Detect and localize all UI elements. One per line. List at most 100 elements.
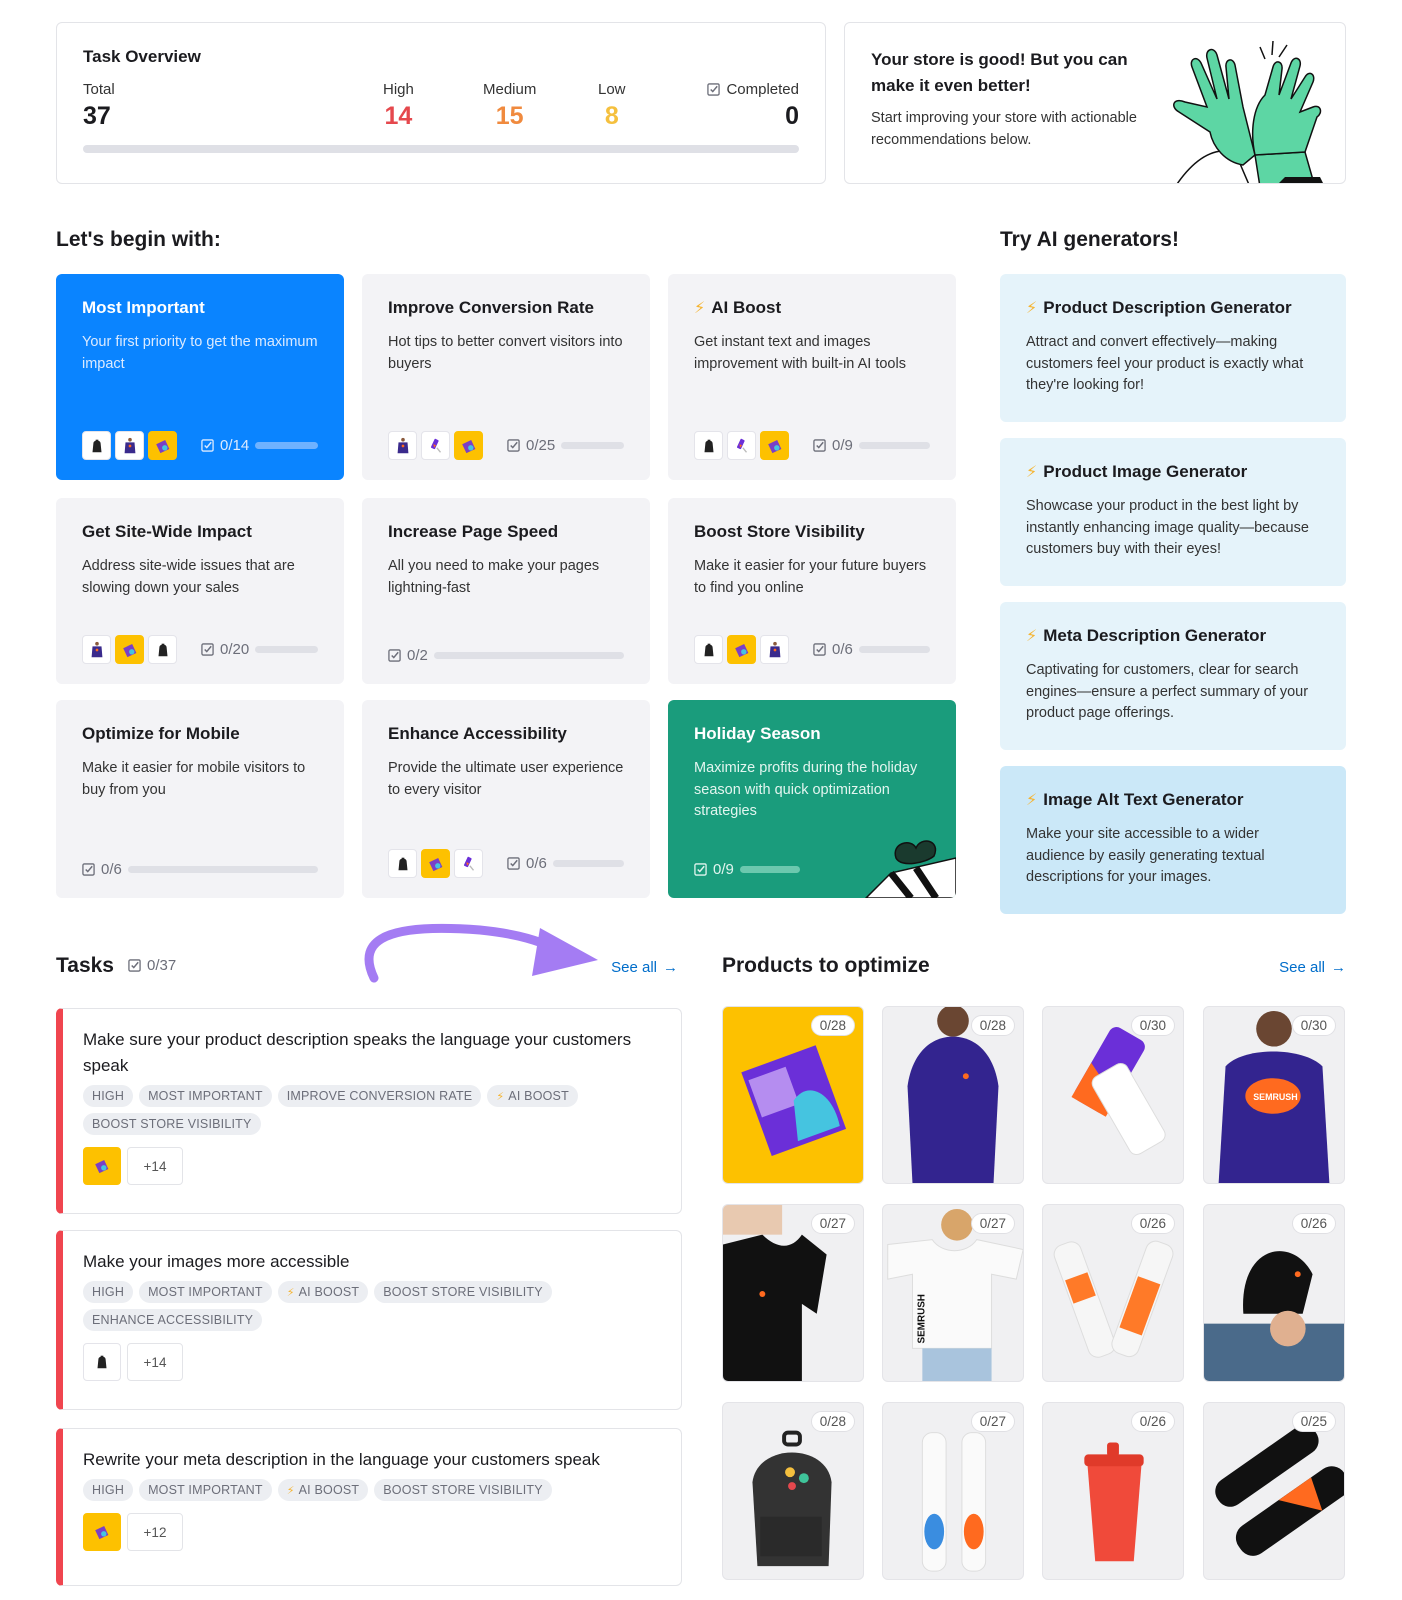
product-thumb-book[interactable]	[83, 1513, 121, 1551]
product-card-black-tshirt[interactable]: 0/27	[722, 1204, 864, 1382]
product-card-sweatshirt[interactable]: SEMRUSH 0/30	[1203, 1006, 1345, 1184]
category-title: Boost Store Visibility	[694, 522, 865, 541]
product-card-red-cup[interactable]: 0/26	[1042, 1402, 1184, 1580]
category-card[interactable]: Optimize for Mobile Make it easier for m…	[56, 700, 344, 898]
stat-low[interactable]: Low 8	[598, 81, 626, 131]
task-tag[interactable]: ⚡︎ AI BOOST	[277, 1281, 369, 1303]
task-tag[interactable]: ⚡︎ AI BOOST	[487, 1085, 578, 1107]
category-title-row: Most Important	[82, 298, 318, 318]
product-thumb-book[interactable]	[760, 431, 789, 460]
category-title: Enhance Accessibility	[388, 724, 567, 743]
checkbox-icon	[388, 649, 401, 662]
category-footer: 0/20	[82, 635, 318, 664]
task-tag[interactable]: HIGH	[83, 1479, 134, 1501]
task-tag[interactable]: IMPROVE CONVERSION RATE	[277, 1085, 482, 1107]
product-thumb-gift-card[interactable]	[727, 431, 756, 460]
task-tag[interactable]: BOOST STORE VISIBILITY	[374, 1479, 552, 1501]
category-card[interactable]: Most Important Your first priority to ge…	[56, 274, 344, 480]
product-thumb-sweatshirt[interactable]	[760, 635, 789, 664]
product-card-clear-bottles[interactable]: 0/26	[1042, 1204, 1184, 1382]
product-progress-badge: 0/28	[810, 1411, 855, 1432]
product-thumb-sweatshirt[interactable]	[115, 431, 144, 460]
category-title: AI Boost	[711, 298, 782, 317]
stat-completed[interactable]: Completed 0	[707, 81, 799, 131]
category-progress: 0/20	[201, 641, 318, 658]
products-see-all-link[interactable]: See all →	[1279, 959, 1346, 976]
product-card-book[interactable]: 0/28	[722, 1006, 864, 1184]
product-card-black-cap[interactable]: 0/26	[1203, 1204, 1345, 1382]
generator-title: Product Image Generator	[1043, 462, 1248, 481]
task-item[interactable]: Rewrite your meta description in the lan…	[56, 1428, 682, 1586]
product-thumb-backpack[interactable]	[83, 1343, 121, 1381]
product-card-gift-card[interactable]: 0/30	[1042, 1006, 1184, 1184]
more-products-button[interactable]: +14	[127, 1343, 183, 1381]
task-products: +12	[83, 1513, 661, 1551]
category-title: Optimize for Mobile	[82, 724, 240, 743]
task-tag-label: HIGH	[92, 1483, 125, 1497]
product-thumb-book[interactable]	[115, 635, 144, 664]
category-progress-bar	[739, 866, 800, 873]
product-thumb-backpack[interactable]	[388, 849, 417, 878]
product-thumb-backpack[interactable]	[148, 635, 177, 664]
task-tag[interactable]: ⚡︎ AI BOOST	[277, 1479, 369, 1501]
checkbox-icon	[507, 439, 520, 452]
task-tag[interactable]: MOST IMPORTANT	[139, 1085, 272, 1107]
product-card-hoodie[interactable]: 0/28	[882, 1006, 1024, 1184]
category-progress-value: 0/6	[832, 641, 853, 658]
stat-total: Total 37	[83, 81, 115, 131]
ai-generator-card[interactable]: ⚡︎ Product Image Generator Showcase your …	[1000, 438, 1346, 586]
category-card[interactable]: Holiday Season Maximize profits during t…	[668, 700, 956, 898]
category-progress-bar	[255, 442, 318, 449]
ai-generator-card[interactable]: ⚡︎ Product Description Generator Attract …	[1000, 274, 1346, 422]
product-card-white-bottles[interactable]: 0/27	[882, 1402, 1024, 1580]
task-tag-label: BOOST STORE VISIBILITY	[383, 1483, 543, 1497]
checkbox-icon	[128, 959, 141, 972]
category-progress: 0/9	[813, 437, 930, 454]
stat-high[interactable]: High 14	[383, 81, 414, 131]
generator-title-row: ⚡︎ Image Alt Text Generator	[1026, 790, 1320, 810]
product-thumb-book[interactable]	[421, 849, 450, 878]
category-progress: 0/25	[507, 437, 624, 454]
ai-generator-card[interactable]: ⚡︎ Meta Description Generator Captivating…	[1000, 602, 1346, 750]
product-thumb-backpack[interactable]	[694, 431, 723, 460]
product-card-black-bottles[interactable]: 0/25	[1203, 1402, 1345, 1580]
product-thumb-sweatshirt[interactable]	[82, 635, 111, 664]
task-tag[interactable]: ENHANCE ACCESSIBILITY	[83, 1309, 263, 1331]
ai-generator-card[interactable]: ⚡︎ Image Alt Text Generator Make your sit…	[1000, 766, 1346, 914]
product-thumb-sweatshirt[interactable]	[388, 431, 417, 460]
task-item[interactable]: Make your images more accessible HIGH MOS…	[56, 1230, 682, 1410]
task-tag[interactable]: BOOST STORE VISIBILITY	[83, 1113, 261, 1135]
task-tag[interactable]: HIGH	[83, 1281, 134, 1303]
product-card-white-tshirt[interactable]: SEMRUSH 0/27	[882, 1204, 1024, 1382]
product-thumb-book[interactable]	[727, 635, 756, 664]
product-thumb-book[interactable]	[454, 431, 483, 460]
category-card[interactable]: Enhance Accessibility Provide the ultima…	[362, 700, 650, 898]
product-thumb-gift-card[interactable]	[421, 431, 450, 460]
category-card[interactable]: Get Site-Wide Impact Address site-wide i…	[56, 498, 344, 684]
product-progress-badge: 0/26	[1291, 1213, 1336, 1234]
category-description: Maximize profits during the holiday seas…	[694, 760, 918, 819]
task-tag[interactable]: MOST IMPORTANT	[139, 1479, 272, 1501]
tasks-see-all-link[interactable]: See all →	[611, 959, 678, 976]
stat-medium[interactable]: Medium 15	[483, 81, 536, 131]
category-card[interactable]: Boost Store Visibility Make it easier fo…	[668, 498, 956, 684]
category-card[interactable]: Increase Page Speed All you need to make…	[362, 498, 650, 684]
product-card-backpack[interactable]: 0/28	[722, 1402, 864, 1580]
product-thumb-backpack[interactable]	[82, 431, 111, 460]
more-products-button[interactable]: +12	[127, 1513, 183, 1551]
category-card[interactable]: Improve Conversion Rate Hot tips to bett…	[362, 274, 650, 480]
more-products-button[interactable]: +14	[127, 1147, 183, 1185]
product-thumb-book[interactable]	[148, 431, 177, 460]
task-item[interactable]: Make sure your product description speak…	[56, 1008, 682, 1214]
category-title-row: Enhance Accessibility	[388, 724, 624, 744]
svg-text:SEMRUSH: SEMRUSH	[1253, 1092, 1297, 1102]
product-thumb-book[interactable]	[83, 1147, 121, 1185]
product-thumb-gift-card[interactable]	[454, 849, 483, 878]
category-card[interactable]: ⚡︎ AI Boost Get instant text and images i…	[668, 274, 956, 480]
category-title-row: Improve Conversion Rate	[388, 298, 624, 318]
task-tag[interactable]: MOST IMPORTANT	[139, 1281, 272, 1303]
task-tag[interactable]: BOOST STORE VISIBILITY	[374, 1281, 552, 1303]
product-thumb-backpack[interactable]	[694, 635, 723, 664]
tasks-count-value: 0/37	[147, 957, 177, 974]
task-tag[interactable]: HIGH	[83, 1085, 134, 1107]
